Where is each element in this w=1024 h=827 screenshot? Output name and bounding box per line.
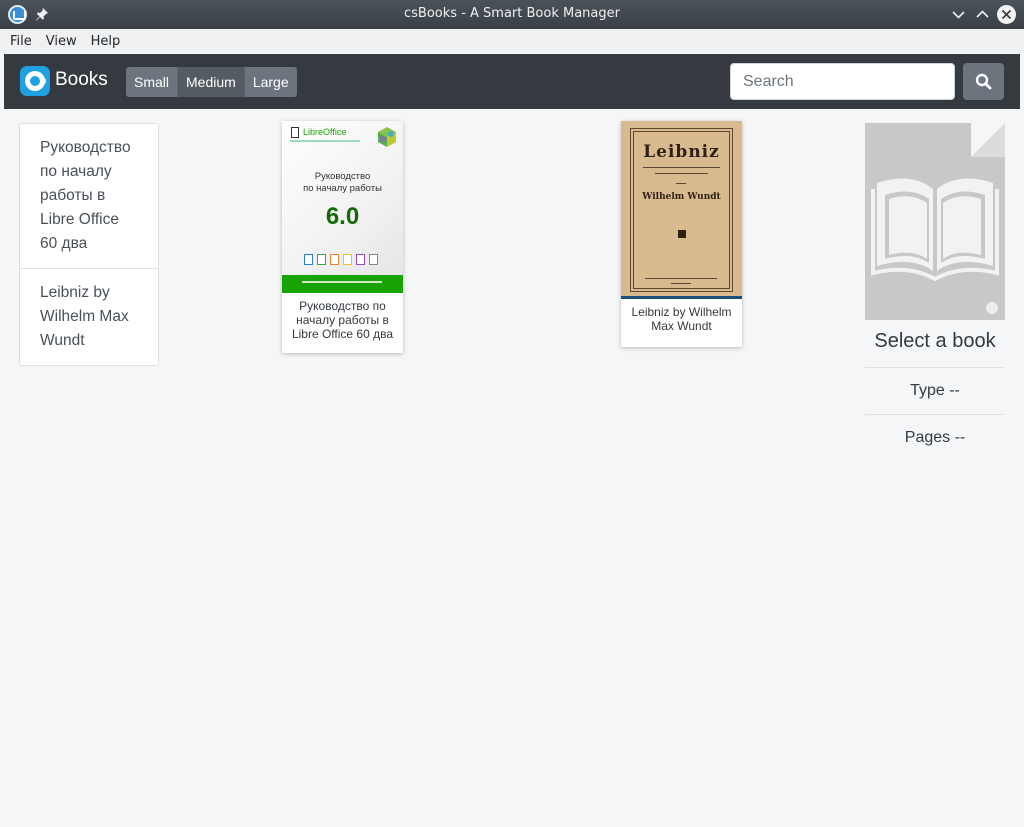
size-large-button[interactable]: Large xyxy=(244,67,297,97)
cover-text-line xyxy=(676,183,686,184)
close-icon[interactable] xyxy=(997,5,1016,24)
details-type: Type -- xyxy=(910,382,960,399)
size-small-button[interactable]: Small xyxy=(126,67,179,97)
size-toggle-group: Small Medium Large xyxy=(126,67,297,97)
card-caption[interactable]: Leibniz by Wilhelm Max Wundt xyxy=(621,299,742,339)
menu-help[interactable]: Help xyxy=(91,34,121,49)
calc-icon xyxy=(317,254,326,265)
cover-subtitle-line xyxy=(290,140,360,142)
card-caption[interactable]: Руководство по началу работы в Libre Off… xyxy=(282,293,403,347)
book-cover[interactable]: LibreOffice Руководство по началу работы… xyxy=(282,121,403,293)
libreoffice-cube-icon xyxy=(378,127,396,147)
menubar: File View Help xyxy=(0,29,1024,53)
minimize-icon[interactable] xyxy=(949,5,968,24)
placeholder-cover xyxy=(865,123,1005,320)
book-card[interactable]: Leibniz Wilhelm Wundt Leibniz by Wilhelm… xyxy=(621,121,742,347)
book-details-panel: Select a book Type -- Pages -- xyxy=(865,123,1005,461)
base-icon xyxy=(356,254,365,265)
window-titlebar: csBooks - A Smart Book Manager xyxy=(0,0,1024,29)
cover-title: Leibniz xyxy=(643,142,720,162)
list-item[interactable]: Руководство по началу работы в Libre Off… xyxy=(20,124,158,268)
details-title: Select a book xyxy=(865,320,1005,368)
cover-app-icons xyxy=(304,254,378,265)
search-icon xyxy=(975,73,992,90)
document-icon xyxy=(291,127,299,138)
book-list: Руководство по началу работы в Libre Off… xyxy=(19,123,159,366)
cover-title-line2: по началу работы xyxy=(303,183,382,194)
writer-icon xyxy=(304,254,313,265)
navbar: Books Small Medium Large xyxy=(4,54,1020,109)
cover-brand: LibreOffice xyxy=(303,127,347,137)
cover-author: Wilhelm Wundt xyxy=(642,192,721,202)
maximize-icon[interactable] xyxy=(973,5,992,24)
menu-file[interactable]: File xyxy=(10,34,32,49)
cover-dot xyxy=(986,302,998,314)
cover-text-line xyxy=(643,167,720,168)
search-button[interactable] xyxy=(963,63,1004,100)
impress-icon xyxy=(330,254,339,265)
cover-title-line1: Руководство xyxy=(314,171,371,182)
brand-logo-icon[interactable] xyxy=(20,66,50,96)
book-card[interactable]: LibreOffice Руководство по началу работы… xyxy=(282,121,403,353)
menu-view[interactable]: View xyxy=(46,34,77,49)
window-title: csBooks - A Smart Book Manager xyxy=(404,6,620,21)
brand-title[interactable]: Books xyxy=(55,69,108,91)
draw-icon xyxy=(343,254,352,265)
details-pages: Pages -- xyxy=(865,414,1005,461)
cover-emblem-icon xyxy=(676,228,688,240)
size-medium-button[interactable]: Medium xyxy=(178,67,245,97)
cover-text-line xyxy=(655,173,708,174)
cover-version: 6.0 xyxy=(325,203,360,230)
list-item[interactable]: Leibniz by Wilhelm Max Wundt xyxy=(20,268,158,365)
book-cover[interactable]: Leibniz Wilhelm Wundt xyxy=(621,121,742,299)
cover-footer-bar xyxy=(282,275,403,293)
open-book-icon xyxy=(871,178,999,282)
math-icon xyxy=(369,254,378,265)
search-input[interactable] xyxy=(730,63,955,100)
cover-text-line xyxy=(671,283,691,284)
cover-title: Руководство по началу работы xyxy=(282,171,403,195)
cover-text-line xyxy=(645,278,717,279)
